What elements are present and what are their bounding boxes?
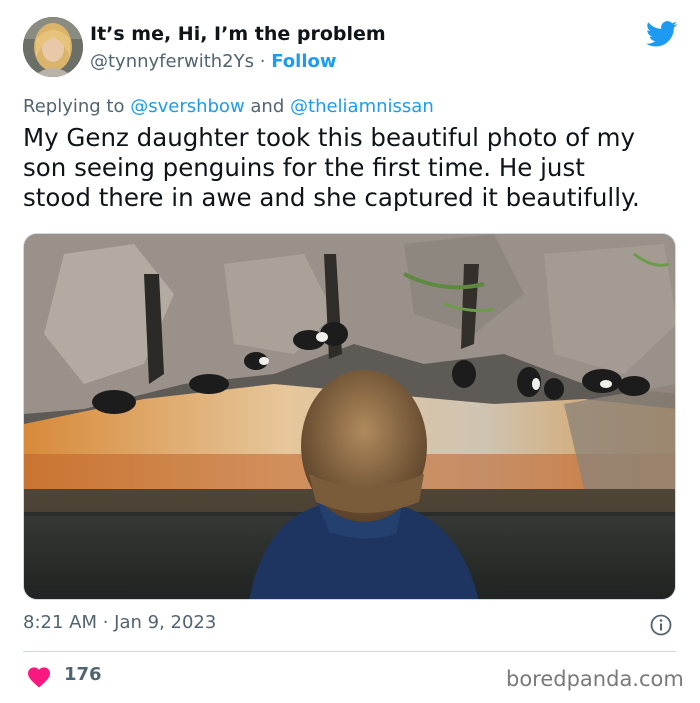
author-display-name[interactable]: It’s me, Hi, I’m the problem [90,23,386,45]
info-icon[interactable] [650,614,672,636]
heart-icon[interactable] [27,666,51,688]
tweet-text: My Genz daughter took this beautiful pho… [23,123,683,213]
follow-link[interactable]: Follow [271,51,336,72]
reply-joiner: and [250,96,285,117]
twitter-bird-icon[interactable] [646,21,678,47]
tweet-photo[interactable] [23,233,676,600]
boy-watching-penguins-photo [24,234,675,599]
tweet-text-line: son seeing penguins for the first time. … [23,153,585,182]
divider [23,651,676,652]
author-handle-row: @tynnyferwith2Ys · Follow [90,51,337,72]
handle-separator: · [259,51,266,72]
tweet-text-line: My Genz daughter took this beautiful pho… [23,123,635,152]
author-handle[interactable]: @tynnyferwith2Ys [90,51,254,72]
tweet-text-line: stood there in awe and she captured it b… [23,183,640,212]
like-count[interactable]: 176 [64,664,102,685]
reply-mention-1[interactable]: @svershbow [130,96,244,117]
watermark: boredpanda.com [506,667,684,691]
tweet-timestamp[interactable]: 8:21 AM · Jan 9, 2023 [23,612,216,633]
avatar[interactable] [23,17,83,77]
reply-context: Replying to @svershbow and @theliamnissa… [23,96,434,117]
reply-prefix: Replying to [23,96,125,117]
reply-mention-2[interactable]: @theliamnissan [290,96,434,117]
